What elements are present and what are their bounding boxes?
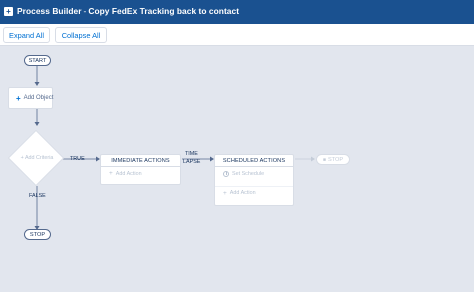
add-criteria-label[interactable]: + Add Criteria [13,155,61,161]
time-lapse-label-2: LAPSE [183,159,201,165]
stop-ghost-label: STOP [327,156,344,163]
time-lapse-label-1: TIME [185,151,198,157]
immediate-add-action[interactable]: + Add Action [101,167,180,180]
clock-icon [223,170,229,177]
stop-icon: ■ [322,156,326,163]
toolbar: Expand All Collapse All [0,24,474,46]
scheduled-actions-box: SCHEDULED ACTIONS Set Schedule + Add Act… [214,154,294,206]
plus-icon: + [223,189,227,197]
collapse-all-button[interactable]: Collapse All [55,27,107,43]
immediate-actions-box: IMMEDIATE ACTIONS + Add Action [100,154,181,185]
title-separator: - [83,6,87,16]
process-canvas[interactable]: START + Add Object + Add Criteria TRUE F… [0,46,474,292]
process-builder-icon: + [4,7,13,16]
app-title: Process Builder [17,6,82,16]
add-object-node[interactable]: + Add Object [8,87,53,109]
start-node: START [24,55,51,66]
add-action-label: Add Action [229,190,256,196]
arrowhead-right [311,156,315,162]
set-schedule-label: Set Schedule [232,170,265,177]
arrowhead-down [34,82,40,86]
scheduled-actions-header: SCHEDULED ACTIONS [215,155,293,167]
app-header: + Process Builder - Copy FedEx Tracking ba… [0,0,474,24]
arrowhead-down [34,122,40,126]
page-title: Process Builder - Copy FedEx Tracking back… [17,6,239,16]
expand-all-button[interactable]: Expand All [3,27,50,43]
plus-icon: + [109,170,113,177]
stop-node: STOP [24,229,51,240]
immediate-actions-header: IMMEDIATE ACTIONS [101,155,180,167]
process-name: Copy FedEx Tracking back to contact [88,6,240,16]
false-label: FALSE [29,193,46,199]
scheduled-add-action[interactable]: + Add Action [215,186,293,199]
set-schedule-row[interactable]: Set Schedule [215,167,293,180]
true-label: TRUE [70,156,85,162]
plus-icon: + [16,93,21,103]
add-object-label: Add Object [23,95,54,101]
stop-ghost-node: ■ STOP [316,154,350,165]
add-action-label: Add Action [115,170,142,177]
